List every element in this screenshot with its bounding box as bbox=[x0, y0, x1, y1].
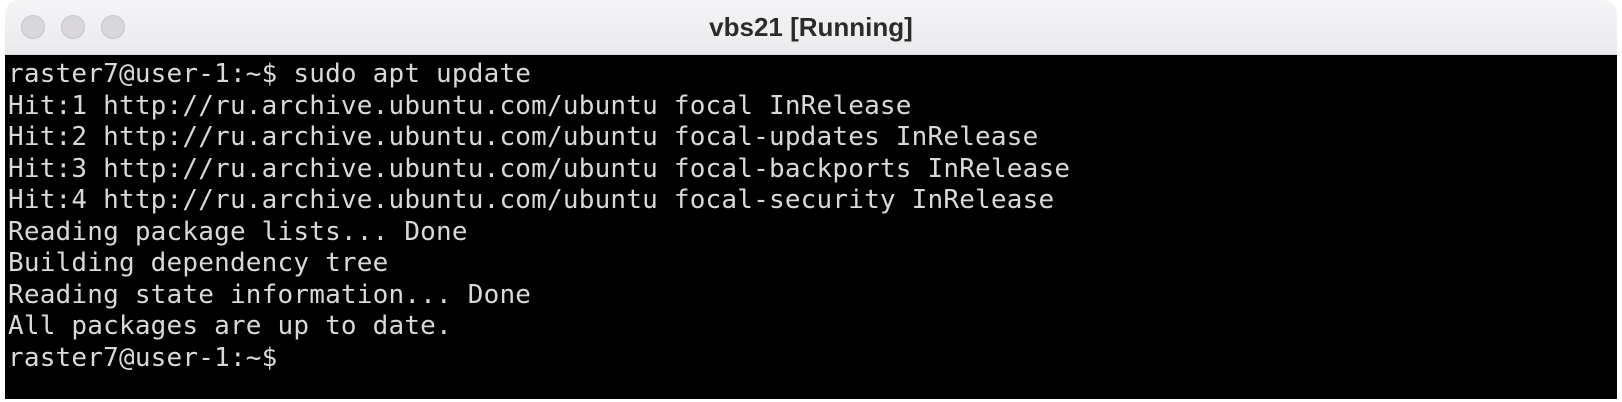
terminal-line: Hit:4 http://ru.archive.ubuntu.com/ubunt… bbox=[8, 185, 1055, 215]
terminal-line: Reading state information... Done bbox=[8, 279, 532, 310]
terminal-line: Reading package lists... Done bbox=[8, 216, 468, 247]
terminal-line: raster7@user-1:~$ sudo apt update bbox=[8, 59, 532, 89]
terminal-line: Hit:2 http://ru.archive.ubuntu.com/ubunt… bbox=[8, 122, 1039, 152]
terminal-line: Hit:1 http://ru.archive.ubuntu.com/ubunt… bbox=[8, 90, 912, 121]
title-bar[interactable]: vbs21 [Running] bbox=[5, 0, 1617, 55]
terminal-line: Hit:3 http://ru.archive.ubuntu.com/ubunt… bbox=[8, 153, 1071, 184]
terminal-screen[interactable]: raster7@user-1:~$ sudo apt update Hit:1 … bbox=[5, 55, 1617, 399]
terminal-line: All packages are up to date. bbox=[8, 311, 452, 341]
terminal-prompt: raster7@user-1:~$ bbox=[8, 342, 278, 373]
terminal-line: Building dependency tree bbox=[8, 248, 389, 278]
window-title: vbs21 [Running] bbox=[709, 12, 913, 42]
vm-window: vbs21 [Running] raster7@user-1:~$ sudo a… bbox=[0, 0, 1622, 402]
